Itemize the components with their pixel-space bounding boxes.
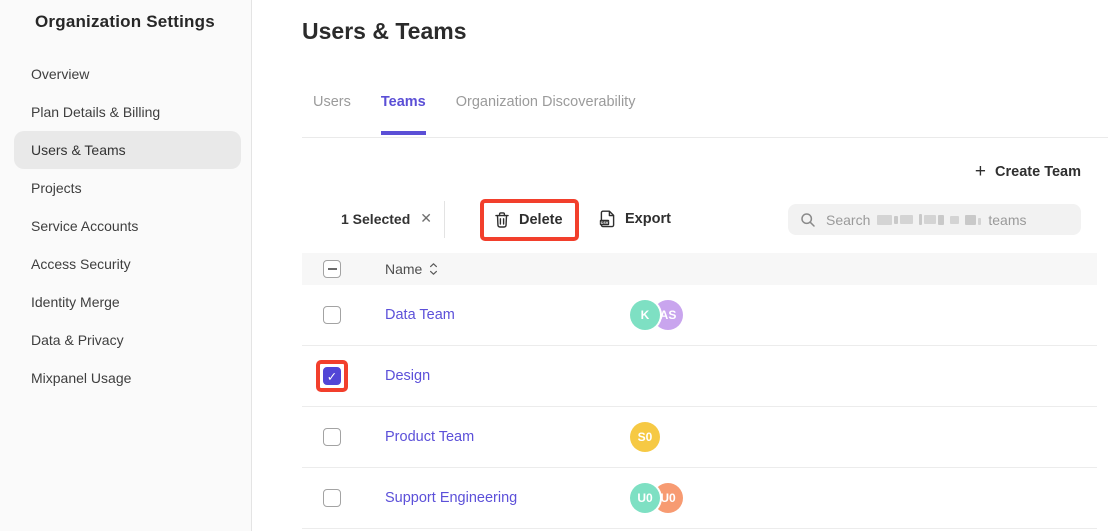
sidebar-item-plan-details-billing[interactable]: Plan Details & Billing: [0, 93, 251, 131]
sidebar-item-identity-merge[interactable]: Identity Merge: [0, 283, 251, 321]
svg-text:csv: csv: [601, 220, 609, 225]
create-team-label: Create Team: [995, 164, 1081, 180]
main-content: Users & Teams Users Teams Organization D…: [252, 0, 1108, 531]
row-checkbox-checked[interactable]: ✓: [323, 367, 341, 385]
delete-annotation: Delete: [480, 199, 579, 241]
table-row: Data Team K AS: [302, 285, 1097, 346]
sidebar-item-service-accounts[interactable]: Service Accounts: [0, 207, 251, 245]
sidebar-item-projects[interactable]: Projects: [0, 169, 251, 207]
member-avatars: K AS: [630, 300, 683, 330]
delete-label: Delete: [519, 212, 563, 228]
select-all-checkbox[interactable]: [323, 260, 341, 278]
row-checkbox[interactable]: [323, 306, 341, 324]
team-name-link[interactable]: Support Engineering: [385, 490, 630, 506]
search-icon: [800, 212, 816, 228]
name-column-header[interactable]: Name: [385, 261, 438, 277]
toolbar-divider: [444, 201, 445, 238]
export-label: Export: [625, 211, 671, 227]
teams-table: Name Data Team K AS: [302, 253, 1097, 531]
table-row: ✓ Design: [302, 346, 1097, 407]
avatar: S0: [630, 422, 660, 452]
sidebar-item-users-teams[interactable]: Users & Teams: [14, 131, 241, 169]
sort-icon[interactable]: [429, 262, 438, 276]
sidebar-item-mixpanel-usage[interactable]: Mixpanel Usage: [0, 359, 251, 397]
avatar: U0: [630, 483, 660, 513]
selected-count-label: 1 Selected: [341, 211, 410, 227]
sidebar-item-access-security[interactable]: Access Security: [0, 245, 251, 283]
row-checkbox[interactable]: [323, 489, 341, 507]
member-avatars: U0 U0: [630, 483, 683, 513]
export-button[interactable]: csv Export: [599, 210, 671, 228]
search-placeholder: Search teams: [826, 212, 1026, 228]
create-team-button[interactable]: + Create Team: [975, 162, 1081, 181]
sidebar-item-data-privacy[interactable]: Data & Privacy: [0, 321, 251, 359]
checkbox-annotation: ✓: [316, 360, 348, 392]
delete-button[interactable]: Delete: [484, 203, 575, 237]
clear-selection-icon[interactable]: ✕: [420, 210, 432, 227]
team-name-link[interactable]: Product Team: [385, 429, 630, 445]
plus-icon: +: [975, 162, 986, 181]
row-checkbox[interactable]: [323, 428, 341, 446]
tabs-bar: Users Teams Organization Discoverability: [302, 90, 1108, 138]
sidebar-title: Organization Settings: [35, 12, 251, 32]
table-header-row: Name: [302, 253, 1097, 285]
sidebar-item-overview[interactable]: Overview: [0, 55, 251, 93]
csv-file-icon: csv: [599, 210, 616, 228]
tab-teams[interactable]: Teams: [381, 90, 426, 135]
settings-sidebar: Organization Settings Overview Plan Deta…: [0, 0, 252, 531]
team-name-link[interactable]: Data Team: [385, 307, 630, 323]
avatar: K: [630, 300, 660, 330]
sidebar-nav: Overview Plan Details & Billing Users & …: [0, 55, 251, 397]
page-title: Users & Teams: [302, 18, 467, 45]
member-avatars: S0: [630, 422, 660, 452]
search-input[interactable]: Search teams: [788, 204, 1081, 235]
selected-count: 1 Selected ✕: [341, 210, 432, 227]
trash-icon: [494, 211, 510, 229]
tab-organization-discoverability[interactable]: Organization Discoverability: [456, 90, 636, 135]
team-name-link[interactable]: Design: [385, 368, 630, 384]
tab-users[interactable]: Users: [313, 90, 351, 135]
selection-toolbar: 1 Selected ✕ Delete: [252, 199, 1108, 241]
redacted-org-name: [877, 214, 981, 225]
table-row: Product Team S0: [302, 407, 1097, 468]
table-row: Support Engineering U0 U0: [302, 468, 1097, 529]
